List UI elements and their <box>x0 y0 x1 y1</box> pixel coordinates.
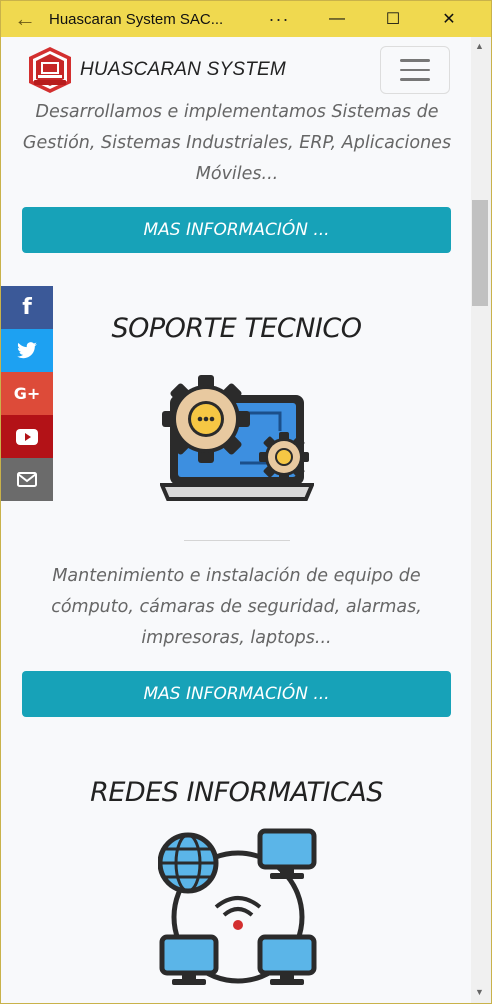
laptop-gears-icon <box>160 375 314 501</box>
minimize-button[interactable]: — <box>309 1 365 37</box>
more-info-button-software[interactable]: MAS INFORMACIÓN ... <box>22 207 451 253</box>
company-logo[interactable] <box>26 45 74 95</box>
site-navbar: HUASCARAN SYSTEM <box>2 37 472 103</box>
social-share-bar: f G+ <box>1 286 53 501</box>
twitter-icon[interactable] <box>1 329 53 372</box>
soporte-description: Mantenimiento e instalación de equipo de… <box>51 566 422 648</box>
maximize-button[interactable]: ☐ <box>365 1 421 37</box>
envelope-icon[interactable] <box>1 458 53 501</box>
hamburger-menu-button[interactable] <box>380 46 450 94</box>
page-content: Desarrollamos e implementamos Sistemas d… <box>2 103 471 1003</box>
network-icon <box>158 828 317 985</box>
brand-name[interactable]: HUASCARAN SYSTEM <box>80 59 286 81</box>
back-arrow-icon[interactable]: ← <box>1 1 49 37</box>
section-title-soporte: SOPORTE TECNICO <box>111 313 363 344</box>
window-title: Huascaran System SAC... <box>49 10 224 28</box>
section-divider <box>184 540 290 541</box>
scroll-down-arrow-icon[interactable]: ▼ <box>475 987 484 997</box>
youtube-icon[interactable] <box>1 415 53 458</box>
section-title-redes: REDES INFORMATICAS <box>90 777 383 808</box>
scroll-up-arrow-icon[interactable]: ▲ <box>475 41 484 51</box>
facebook-icon[interactable]: f <box>1 286 53 329</box>
close-button[interactable]: ✕ <box>421 1 477 37</box>
scrollbar-thumb[interactable] <box>472 200 488 306</box>
browser-window: ← Huascaran System SAC... ··· — ☐ ✕ HUAS… <box>0 0 492 1004</box>
google-plus-icon[interactable]: G+ <box>1 372 53 415</box>
vertical-scrollbar[interactable]: ▲ ▼ <box>471 37 491 1003</box>
software-description: Desarrollamos e implementamos Sistemas d… <box>22 103 452 184</box>
more-info-button-soporte[interactable]: MAS INFORMACIÓN ... <box>22 671 451 717</box>
title-bar: ← Huascaran System SAC... ··· — ☐ ✕ <box>1 1 491 37</box>
hamburger-icon <box>400 59 430 62</box>
more-options-icon[interactable]: ··· <box>249 9 309 30</box>
